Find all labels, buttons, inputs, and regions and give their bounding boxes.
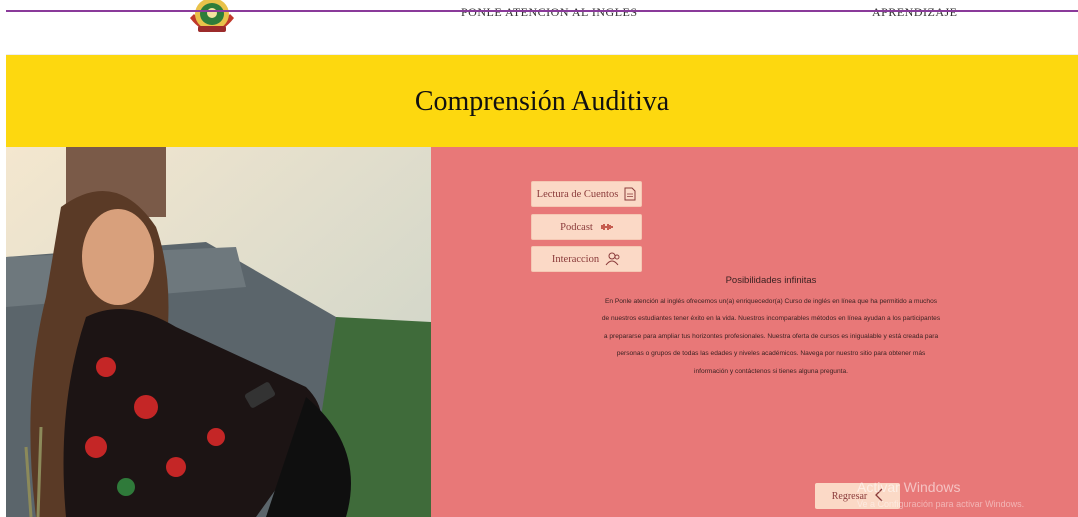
content-panel: Lectura de Cuentos Podcast Interaccion P… <box>431 147 1078 517</box>
lectura-de-cuentos-button[interactable]: Lectura de Cuentos <box>531 181 642 207</box>
people-icon <box>605 252 621 266</box>
page-title: Comprensión Auditiva <box>414 86 670 117</box>
windows-activation-watermark: Activar Windows <box>857 479 961 495</box>
site-header: PONLE ATENCION AL INGLES APRENDIZAJE <box>6 0 1078 55</box>
hero-photo-woman-listening <box>6 147 431 517</box>
interaccion-label: Interaccion <box>551 253 600 265</box>
windows-activation-subtext: Ve a Configuración para activar Windows. <box>857 499 1025 509</box>
podcast-label: Podcast <box>560 221 593 233</box>
section-heading: Posibilidades infinitas <box>725 275 817 286</box>
school-logo[interactable] <box>184 0 240 40</box>
nav-link-ponle-atencion[interactable]: PONLE ATENCION AL INGLES <box>461 5 638 20</box>
section-paragraph: En Ponle atención al inglés ofrecemos un… <box>601 298 941 375</box>
lectura-de-cuentos-label: Lectura de Cuentos <box>536 188 619 200</box>
audio-wave-icon <box>599 223 613 231</box>
document-icon <box>624 187 636 201</box>
nav-link-aprendizaje[interactable]: APRENDIZAJE <box>872 5 958 20</box>
header-accent-line <box>6 10 1078 12</box>
podcast-button[interactable]: Podcast <box>531 214 642 240</box>
interaccion-button[interactable]: Interaccion <box>531 246 642 272</box>
page-banner: Comprensión Auditiva <box>6 55 1078 147</box>
